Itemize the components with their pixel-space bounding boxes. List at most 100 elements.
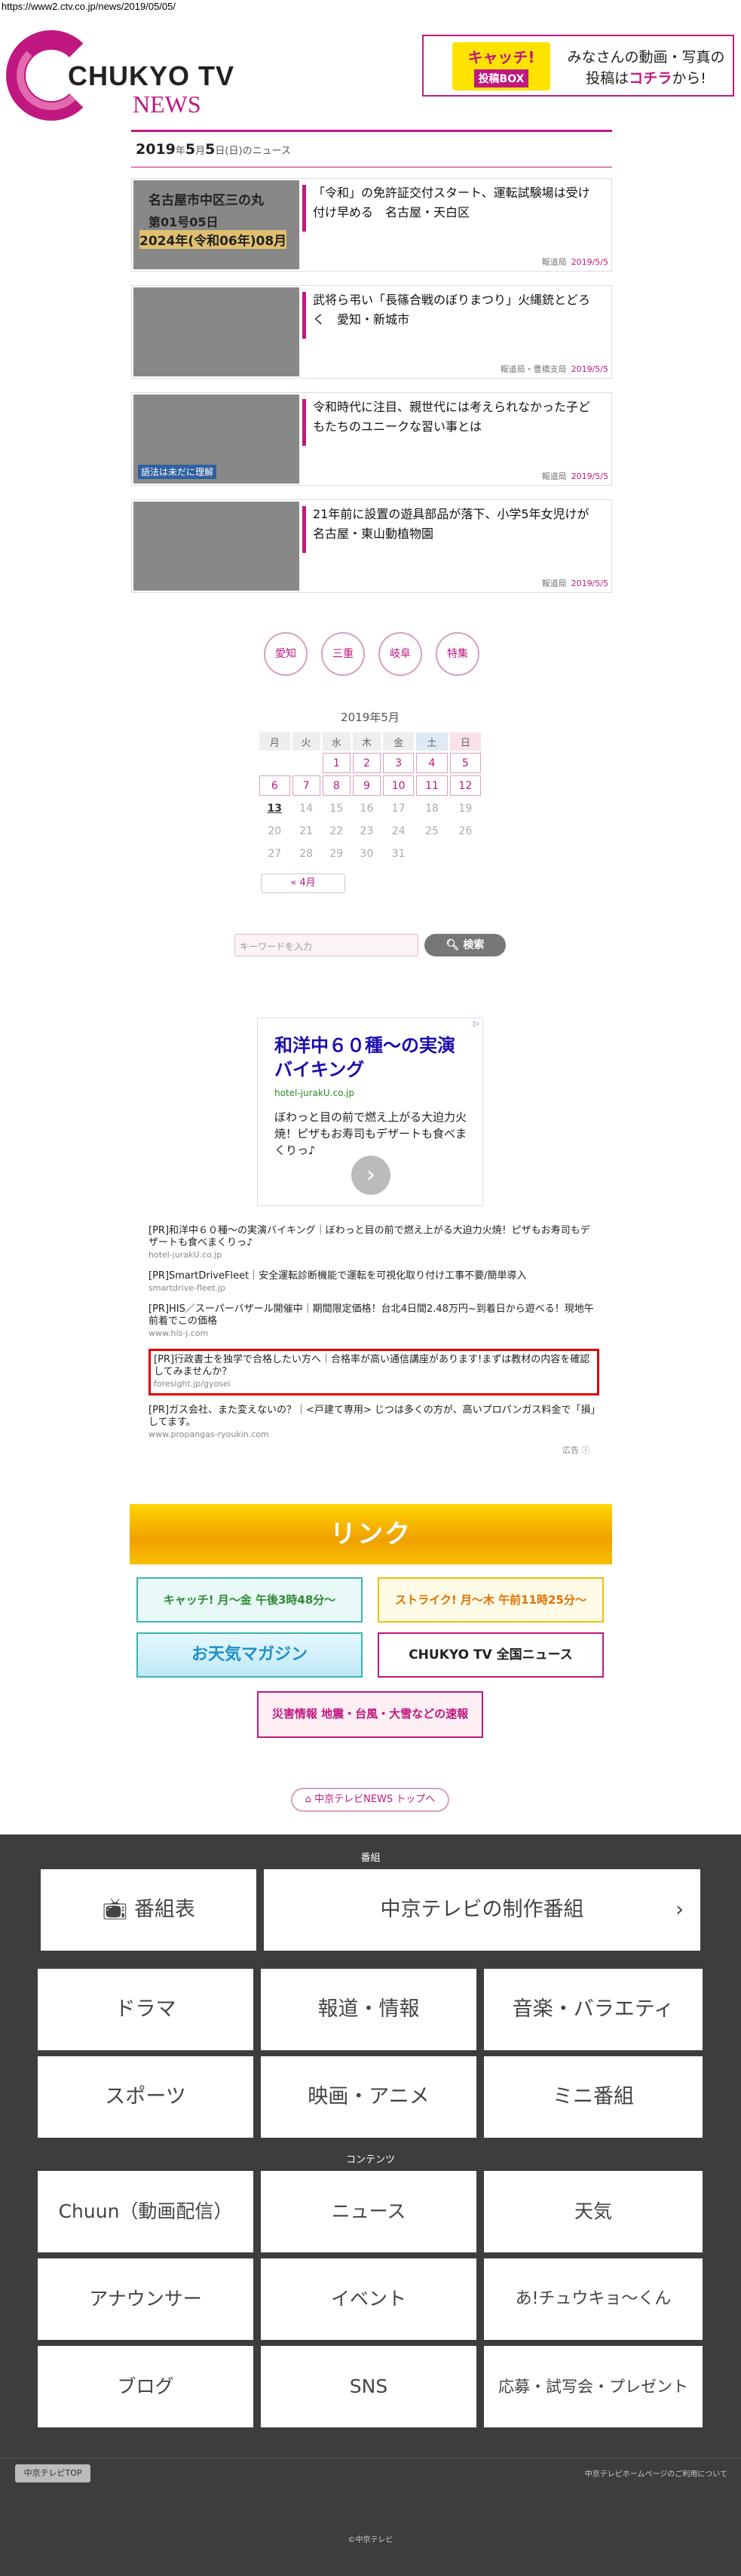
pr-ad-item[interactable]: [PR]SmartDriveFleet｜安全運転診断機能で運転を可視化取り付け工… [149, 1270, 599, 1294]
news-card[interactable]: 武将ら弔い「長篠合戦のぼりまつり」火縄銃とどろく 愛知・新城市 報道局・豊橋支局… [131, 285, 612, 379]
banner-text-post: から! [672, 70, 706, 87]
calendar-day-link[interactable]: 3 [383, 753, 415, 773]
footer-program-button[interactable]: 音楽・バラエティ [484, 1969, 703, 2050]
catch-program-link[interactable]: キャッチ! 月～金 午後3時48分～ [136, 1577, 363, 1623]
news-card[interactable]: 21年前に設置の遊具部品が落下、小学5年女児けが 名古屋・東山動植物園 報道局 2… [131, 499, 612, 593]
calendar-day-link[interactable]: 12 [449, 775, 481, 796]
banner-text-pre: 投稿は [586, 70, 629, 87]
calendar-day-link[interactable]: 9 [352, 775, 381, 796]
news-thumbnail: 名古屋市中区三の丸 第01号05日 2024年(令和06年)08月 [133, 180, 299, 269]
calendar-day-link[interactable]: 7 [292, 775, 320, 796]
news-top-button[interactable]: ⌂ 中京テレビNEWS トップへ [291, 1788, 449, 1812]
logo-title: CHUKYO TV [68, 60, 235, 91]
calendar-day-today: 13 [267, 802, 283, 815]
pr-ad-item[interactable]: [PR]和洋中６０種～の実演バイキング｜ぼわっと目の前で燃え上がる大迫力火焼！ピ… [149, 1225, 599, 1261]
footer-content-button[interactable]: イベント [261, 2258, 476, 2340]
ad-arrow-icon[interactable]: › [351, 1156, 390, 1195]
calendar-day-link[interactable]: 5 [449, 753, 481, 773]
footer-content-button[interactable]: Chuun（動画配信） [38, 2171, 253, 2252]
calendar-header: 日 [449, 732, 481, 751]
ad-info-icon[interactable]: ▷ [473, 1020, 479, 1028]
own-programs-button[interactable]: 中京テレビの制作番組 › [264, 1869, 700, 1951]
calendar-day-link[interactable]: 10 [383, 775, 415, 796]
calendar-day-link[interactable]: 11 [416, 775, 448, 796]
pr-ad-item[interactable]: [PR]ガス会社、また変えないの？｜<戸建て専用> じつは多くの方が、高いプロパ… [149, 1405, 599, 1441]
calendar-day: 19 [458, 802, 473, 815]
ad-label[interactable]: 広告 ⓘ [562, 1444, 590, 1456]
disaster-info-link[interactable]: 災害情報 地震・台風・大雪などの速報 [257, 1691, 483, 1738]
footer-content-button[interactable]: 天気 [484, 2171, 703, 2252]
news-date: 2019/5/5 [571, 579, 608, 588]
footer-content-button[interactable]: アナウンサー [38, 2258, 253, 2340]
calendar-day-link[interactable]: 2 [352, 753, 381, 773]
footer-content-button[interactable]: ブログ [38, 2346, 253, 2427]
news-card[interactable]: 名古屋市中区三の丸 第01号05日 2024年(令和06年)08月 「令和」の免… [131, 178, 612, 272]
date-day: 5 [205, 141, 216, 158]
chukyo-tv-news-logo[interactable]: CHUKYO TV NEWS [6, 30, 240, 124]
news-title[interactable]: 令和時代に注目、親世代には考えられなかった子どもたちのユニークな習い事とは [313, 398, 599, 437]
calendar-table: 月 火 水 木 金 土 日 1 2 3 4 5 6 7 8 9 10 11 12… [257, 730, 483, 866]
footer-program-button[interactable]: 映画・アニメ [261, 2056, 476, 2138]
calendar-day: 22 [329, 824, 344, 837]
search-input[interactable]: キーワードを入力 [234, 934, 418, 956]
pr-ad-text[interactable]: [PR]SmartDriveFleet｜安全運転診断機能で運転を可視化取り付け工… [149, 1270, 527, 1282]
category-mie-button[interactable]: 三重 [321, 632, 365, 676]
weather-magazine-link[interactable]: お天気マガジン [136, 1632, 363, 1678]
calendar: 2019年5月 月 火 水 木 金 土 日 1 2 3 4 5 6 7 8 9 … [257, 709, 483, 866]
category-special-button[interactable]: 特集 [436, 632, 479, 676]
footer-content-button[interactable]: SNS [261, 2346, 476, 2427]
links-heading: リンク [130, 1504, 612, 1564]
ctv-top-link[interactable]: 中京テレビTOP [15, 2464, 90, 2482]
pr-ad-site: smartdrive-fleet.jp [149, 1283, 226, 1293]
ad-headline[interactable]: 和洋中６０種～の実演バイキング [274, 1033, 470, 1082]
news-title[interactable]: 21年前に設置の遊具部品が落下、小学5年女児けが 名古屋・東山動植物園 [313, 505, 602, 544]
national-news-link[interactable]: CHUKYO TV 全国ニュース [378, 1632, 604, 1678]
stryd-program-link[interactable]: ストライク! 月～木 午前11時25分～ [378, 1577, 604, 1623]
news-title[interactable]: 武将ら弔い「長篠合戦のぼりまつり」火縄銃とどろく 愛知・新城市 [313, 290, 599, 330]
calendar-day-link[interactable]: 1 [322, 753, 351, 773]
footer-program-button[interactable]: 報道・情報 [261, 1969, 476, 2050]
calendar-day [259, 753, 290, 773]
pr-ad-text[interactable]: [PR]行政書士を独学で合格したい方へ｜合格率が高い通信講座があります!まずは教… [154, 1354, 589, 1377]
calendar-header: 木 [352, 732, 381, 751]
calendar-day-link[interactable]: 8 [322, 775, 351, 796]
footer-program-button[interactable]: ミニ番組 [484, 2056, 703, 2138]
pr-ad-item-highlighted[interactable]: [PR]行政書士を独学で合格したい方へ｜合格率が高い通信講座があります!まずは教… [149, 1349, 599, 1395]
post-box-banner[interactable]: キャッチ! 投稿BOX みなさんの動画・写真の 投稿はコチラから! [422, 35, 734, 97]
calendar-day: 18 [425, 802, 439, 815]
footer-program-button[interactable]: ドラマ [38, 1969, 253, 2050]
calendar-day-link[interactable]: 4 [416, 753, 448, 773]
footer-program-button[interactable]: スポーツ [38, 2056, 253, 2138]
footer-content-button[interactable]: ニュース [261, 2171, 476, 2252]
date-year-unit: 年 [175, 146, 185, 157]
display-ad[interactable]: ▷ 和洋中６０種～の実演バイキング hotel-jurakU.co.jp ぼわっ… [257, 1018, 483, 1206]
search-form: キーワードを入力 🔍︎ 検索 [234, 934, 506, 958]
pr-ad-text[interactable]: [PR]和洋中６０種～の実演バイキング｜ぼわっと目の前で燃え上がる大迫力火焼！ピ… [149, 1225, 590, 1248]
program-guide-button[interactable]: 📺︎ 番組表 [41, 1869, 256, 1951]
banner-text-line2: 投稿はコチラから! [563, 68, 729, 89]
footer-content-button[interactable]: 応募・試写会・プレゼント [484, 2346, 703, 2427]
calendar-day: 16 [360, 802, 374, 815]
search-button[interactable]: 🔍︎ 検索 [424, 934, 506, 956]
calendar-day: 24 [391, 824, 406, 837]
pr-ad-text[interactable]: [PR]HIS／スーパーバザール開催中｜期間限定価格！台北4日間2.48万円~到… [149, 1303, 594, 1327]
pr-ad-text[interactable]: [PR]ガス会社、また変えないの？｜<戸建て専用> じつは多くの方が、高いプロパ… [149, 1405, 596, 1428]
pr-ad-item[interactable]: [PR]HIS／スーパーバザール開催中｜期間限定価格！台北4日間2.48万円~到… [149, 1303, 599, 1340]
calendar-day-link[interactable]: 6 [259, 775, 290, 796]
news-title[interactable]: 「令和」の免許証交付スタート、運転試験場は受け付け早める 名古屋・天白区 [313, 183, 599, 223]
calendar-day [450, 843, 481, 864]
news-source: 報道局・豊橋支局 [500, 364, 567, 374]
news-source: 報道局 [541, 471, 567, 481]
prev-month-link[interactable]: « 4月 [261, 874, 345, 893]
calendar-day: 14 [299, 802, 314, 815]
site-header: CHUKYO TV NEWS キャッチ! 投稿BOX みなさんの動画・写真の 投… [0, 0, 741, 128]
calendar-title: 2019年5月 [341, 711, 400, 724]
ad-url: hotel-jurakU.co.jp [274, 1088, 354, 1098]
category-aichi-button[interactable]: 愛知 [264, 632, 308, 676]
news-card[interactable]: 語法は未だに理解 令和時代に注目、親世代には考えられなかった子どもたちのユニーク… [131, 392, 612, 486]
banner-text-line1: みなさんの動画・写真の [567, 49, 725, 66]
site-usage-link[interactable]: 中京テレビホームページのご利用について [585, 2467, 727, 2479]
category-gifu-button[interactable]: 岐阜 [378, 632, 422, 676]
footer-content-button[interactable]: あ!チュウキョ～くん [484, 2258, 703, 2340]
footer-section-contents: コンテンツ [345, 2154, 395, 2166]
